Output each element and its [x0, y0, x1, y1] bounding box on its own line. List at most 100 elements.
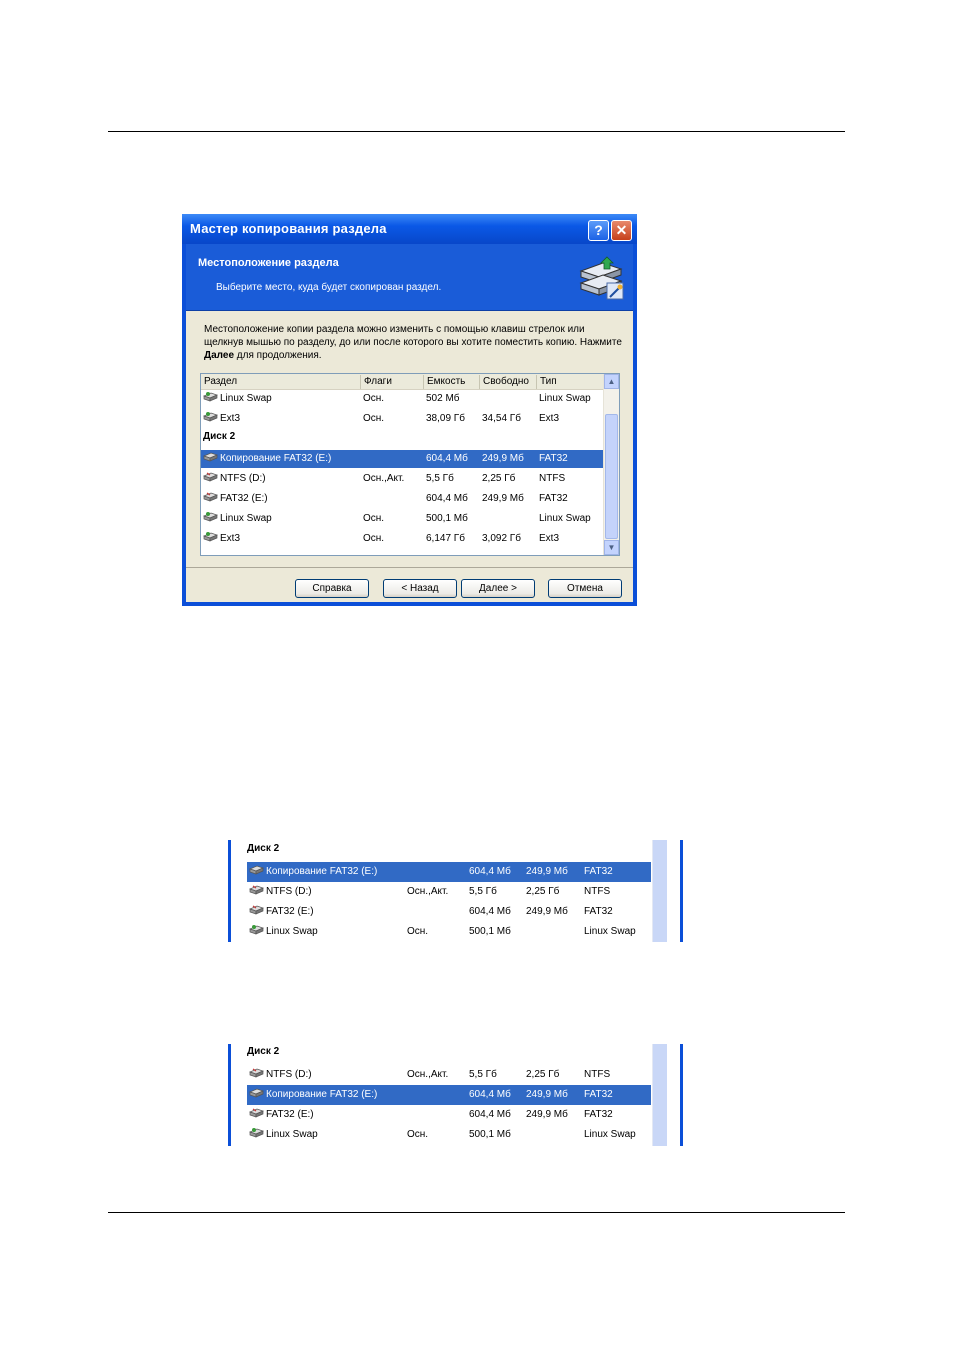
top-rule [108, 131, 845, 132]
partition-name-cell: Копирование FAT32 (E:) [203, 450, 331, 468]
partition-name: Linux Swap [220, 393, 272, 404]
type-cell: Ext3 [539, 533, 560, 544]
dialog-title: Мастер копирования раздела [190, 221, 387, 236]
partition-list-snippet-2: Диск 2 NTFS (D:) Осн.,Акт. 5,5 Гб 2,25 Г… [228, 1044, 683, 1146]
window-edge [228, 840, 231, 942]
list-item[interactable]: Linux Swap Осн. 500,1 Мб Linux Swap [247, 922, 651, 942]
partition-name-cell: Linux Swap [203, 390, 272, 408]
next-button[interactable]: Далее > [461, 579, 535, 598]
button-separator [186, 567, 633, 568]
list-item[interactable]: NTFS (D:) Осн.,Акт. 5,5 Гб 2,25 Гб NTFS [247, 882, 651, 902]
wizard-body: Местоположение копии раздела можно измен… [186, 311, 633, 602]
partition-name: Копирование FAT32 (E:) [266, 1089, 378, 1100]
instructions-part1: Местоположение копии раздела можно измен… [204, 324, 622, 348]
fat-partition-icon [203, 491, 218, 502]
capacity-cell: 500,1 Мб [469, 926, 511, 937]
flags-cell: Осн.,Акт. [407, 1069, 449, 1080]
title-bar[interactable]: Мастер копирования раздела ? ✕ [182, 214, 637, 244]
flags-cell: Осн. [363, 513, 385, 524]
scrollbar-track [652, 840, 667, 942]
list-header: Раздел Флаги Емкость Свободно Тип [201, 374, 605, 390]
list-item[interactable]: NTFS (D:) Осн.,Акт. 5,5 Гб 2,25 Гб NTFS [201, 470, 605, 488]
back-button[interactable]: < Назад [383, 579, 457, 598]
list-item[interactable]: FAT32 (E:) 604,4 Мб 249,9 Мб FAT32 [247, 902, 651, 922]
list-item[interactable]: NTFS (D:) Осн.,Акт. 5,5 Гб 2,25 Гб NTFS [247, 1065, 651, 1085]
type-cell: Ext3 [539, 413, 560, 424]
type-cell: Linux Swap [584, 926, 636, 937]
column-flags[interactable]: Флаги [360, 375, 423, 389]
partition-name: NTFS (D:) [266, 1069, 312, 1080]
type-cell: NTFS [584, 886, 611, 897]
list-item[interactable]: Ext3 Осн. 38,09 Гб 34,54 Гб Ext3 [201, 410, 605, 428]
capacity-cell: 502 Мб [426, 393, 460, 404]
capacity-cell: 604,4 Мб [469, 866, 511, 877]
partition-name: FAT32 (E:) [266, 1109, 314, 1120]
wizard-header: Местоположение раздела Выберите место, к… [186, 244, 633, 311]
column-capacity[interactable]: Емкость [423, 375, 479, 389]
ntfs-partition-icon [203, 471, 218, 482]
flags-cell: Осн. [363, 393, 385, 404]
column-free[interactable]: Свободно [479, 375, 535, 389]
partition-name: Linux Swap [220, 513, 272, 524]
list-item-selected[interactable]: Копирование FAT32 (E:) 604,4 Мб 249,9 Мб… [247, 862, 651, 882]
cancel-button[interactable]: Отмена [548, 579, 622, 598]
partition-name: Linux Swap [266, 926, 318, 937]
flags-cell: Осн. [407, 926, 429, 937]
free-cell: 34,54 Гб [482, 413, 521, 424]
partition-name-cell: NTFS (D:) [249, 1065, 312, 1085]
help-button[interactable]: Справка [295, 579, 369, 598]
flags-cell: Осн.,Акт. [363, 473, 405, 484]
linux-partition-icon [203, 411, 218, 422]
partition-list[interactable]: Раздел Флаги Емкость Свободно Тип Linux … [200, 373, 620, 556]
scrollbar-track [652, 1044, 667, 1146]
vertical-scrollbar[interactable]: ▲ ▼ [603, 374, 619, 555]
type-cell: FAT32 [539, 453, 568, 464]
type-cell: FAT32 [584, 906, 613, 917]
bottom-rule [108, 1212, 845, 1213]
column-type[interactable]: Тип [536, 375, 606, 389]
list-item[interactable]: Linux Swap Осн. 500,1 Мб Linux Swap [201, 510, 605, 528]
linux-partition-icon [203, 531, 218, 542]
list-item[interactable]: Linux Swap Осн. 502 Мб Linux Swap [201, 390, 605, 408]
list-item[interactable]: Ext3 Осн. 6,147 Гб 3,092 Гб Ext3 [201, 530, 605, 548]
free-cell: 249,9 Мб [526, 1089, 568, 1100]
type-cell: Linux Swap [584, 1129, 636, 1140]
partition-name-cell: NTFS (D:) [249, 882, 312, 902]
partition-name-cell: Linux Swap [249, 922, 318, 942]
scroll-up-button[interactable]: ▲ [604, 374, 619, 389]
list-item-selected[interactable]: Копирование FAT32 (E:) 604,4 Мб 249,9 Мб… [201, 450, 605, 468]
linux-partition-icon [249, 1126, 264, 1138]
list-item[interactable]: FAT32 (E:) 604,4 Мб 249,9 Мб FAT32 [201, 490, 605, 508]
capacity-cell: 5,5 Гб [469, 1069, 497, 1080]
partition-name-cell: Ext3 [203, 530, 240, 548]
type-cell: NTFS [539, 473, 566, 484]
partition-name: Ext3 [220, 533, 241, 544]
close-button[interactable]: ✕ [611, 220, 632, 241]
scroll-down-button[interactable]: ▼ [604, 540, 619, 555]
capacity-cell: 6,147 Гб [426, 533, 465, 544]
list-item[interactable]: Linux Swap Осн. 500,1 Мб Linux Swap [247, 1125, 651, 1145]
capacity-cell: 500,1 Мб [426, 513, 468, 524]
partition-name: FAT32 (E:) [266, 906, 314, 917]
list-item-selected[interactable]: Копирование FAT32 (E:) 604,4 Мб 249,9 Мб… [247, 1085, 651, 1105]
disk-2-label: Диск 2 [203, 431, 236, 442]
partition-name-cell: Linux Swap [249, 1125, 318, 1145]
fat-partition-icon [249, 863, 264, 875]
capacity-cell: 5,5 Гб [469, 886, 497, 897]
type-cell: Linux Swap [539, 513, 591, 524]
flags-cell: Осн. [363, 413, 385, 424]
column-partition[interactable]: Раздел [201, 375, 359, 389]
partition-name-cell: FAT32 (E:) [203, 490, 268, 508]
fat-partition-icon [203, 451, 218, 462]
instructions-text: Местоположение копии раздела можно измен… [204, 323, 624, 362]
partition-name-cell: NTFS (D:) [203, 470, 266, 488]
flags-cell: Осн. [363, 533, 385, 544]
flags-cell: Осн.,Акт. [407, 886, 449, 897]
capacity-cell: 500,1 Мб [469, 1129, 511, 1140]
free-cell: 3,092 Гб [482, 533, 521, 544]
instructions-part2: для продолжения. [234, 350, 322, 361]
ntfs-partition-icon [249, 1066, 264, 1078]
help-title-button[interactable]: ? [588, 220, 609, 241]
list-item[interactable]: FAT32 (E:) 604,4 Мб 249,9 Мб FAT32 [247, 1105, 651, 1125]
scroll-thumb[interactable] [605, 414, 618, 539]
